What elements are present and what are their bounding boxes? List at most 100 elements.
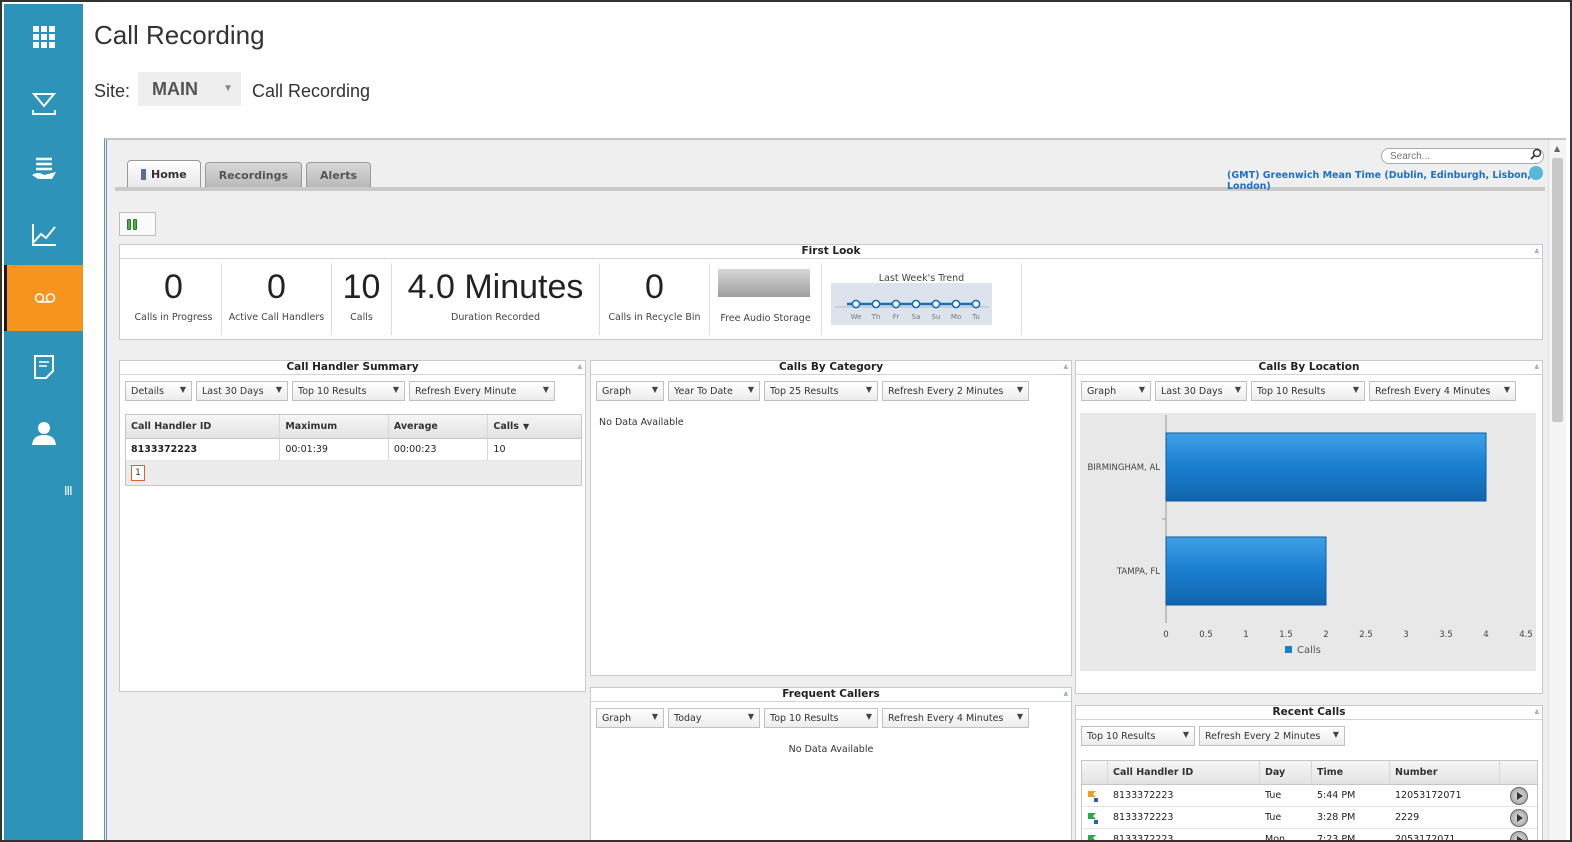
handler-id-link[interactable]: 8133372223	[126, 439, 281, 460]
collapse-icon[interactable]: ⩓	[577, 362, 582, 372]
sidebar-item-users[interactable]	[4, 400, 83, 466]
collapse-icon[interactable]: ⩓	[1534, 246, 1539, 256]
x-tick-label: 0	[1163, 630, 1168, 640]
trend-point	[931, 299, 941, 309]
view-dropdown[interactable]: Graph ▼	[596, 381, 664, 401]
x-tick-label: 1.5	[1279, 630, 1293, 640]
period-dropdown[interactable]: Last 30 Days ▼	[1155, 381, 1247, 401]
dropdown-value: Refresh Every 2 Minutes	[1205, 730, 1321, 742]
table-row[interactable]: 8133372223 Mon 7:23 PM 2053172071	[1082, 829, 1537, 842]
results-dropdown[interactable]: Top 10 Results ▼	[292, 381, 405, 401]
metric-label: Calls in Progress	[134, 312, 213, 323]
trend-point	[911, 299, 921, 309]
dropdown-value: Graph	[602, 712, 632, 724]
x-tick-label: 2.5	[1359, 630, 1373, 640]
trend-day-label: Sa	[912, 313, 921, 321]
call-recording-app: Home Recordings Alerts (GMT) Greenwich M…	[104, 138, 1566, 842]
results-dropdown[interactable]: Top 25 Results ▼	[764, 381, 878, 401]
column-header[interactable]: Call Handler ID	[126, 415, 281, 438]
period-dropdown[interactable]: Today ▼	[668, 708, 760, 728]
sidebar-item-handover[interactable]	[4, 136, 83, 202]
dropdown-value: Top 10 Results	[1087, 730, 1156, 742]
maximum-cell: 00:01:39	[280, 439, 389, 460]
sidebar-item-call-recording[interactable]	[4, 265, 83, 331]
column-header-calls[interactable]: Calls ▼	[488, 415, 581, 438]
number-cell: 2229	[1395, 812, 1420, 823]
view-dropdown[interactable]: Graph ▼	[596, 708, 664, 728]
pause-button[interactable]	[119, 212, 156, 236]
collapse-icon[interactable]: ⩓	[1063, 362, 1068, 372]
trend-day-label: Fr	[893, 313, 900, 321]
dropdown-row: Graph ▼ Last 30 Days ▼ Top 10 Results ▼ Ref…	[1081, 381, 1516, 401]
legend-label: Calls	[1297, 645, 1321, 656]
x-tick-label: 4.5	[1519, 630, 1533, 640]
handler-cell: 8133372223	[1113, 834, 1174, 842]
location-chart: BIRMINGHAM, AL TAMPA, FL 0 0.5 1 1.5 2 2.5 3 3.5…	[1080, 413, 1536, 671]
panel-title: Call Handler Summary	[120, 361, 585, 375]
refresh-dropdown[interactable]: Refresh Every 2 Minutes ▼	[882, 381, 1029, 401]
handler-cell: 8133372223	[1113, 790, 1174, 801]
play-icon[interactable]	[1509, 786, 1528, 805]
chevron-down-icon: ▼	[542, 385, 549, 394]
dropdown-value: Today	[674, 712, 702, 724]
dropdown-row: Top 10 Results ▼ Refresh Every 2 Minutes ▼	[1081, 726, 1345, 746]
period-dropdown[interactable]: Last 30 Days ▼	[196, 381, 288, 401]
page-1-button[interactable]: 1	[131, 465, 145, 481]
tab-alerts[interactable]: Alerts	[306, 162, 372, 187]
chevron-down-icon: ▼	[651, 385, 658, 394]
bar[interactable]	[1165, 536, 1327, 606]
panel-title: Calls By Category	[591, 361, 1071, 375]
column-header[interactable]: Time	[1312, 761, 1390, 784]
table-row[interactable]: 8133372223 Tue 3:28 PM 2229	[1082, 807, 1537, 829]
period-dropdown[interactable]: Year To Date ▼	[668, 381, 760, 401]
sidebar-item-apps[interactable]	[4, 4, 83, 70]
no-data-message: No Data Available	[599, 417, 684, 428]
search-icon[interactable]	[1530, 148, 1542, 160]
column-header[interactable]: Maximum	[280, 415, 389, 438]
scroll-up-icon[interactable]: ▲	[1554, 144, 1560, 153]
column-header[interactable]: Number	[1390, 761, 1500, 784]
pager: 1	[126, 461, 581, 485]
metric-label: Active Call Handlers	[228, 312, 325, 323]
location-bar-chart: BIRMINGHAM, AL TAMPA, FL 0 0.5 1 1.5 2 2.5 3 3.5…	[1087, 415, 1533, 656]
sidebar-item-notes[interactable]	[4, 334, 83, 400]
timezone-link[interactable]: (GMT) Greenwich Mean Time (Dublin, Edinb…	[1227, 170, 1549, 192]
tab-home[interactable]: Home	[127, 160, 201, 187]
view-dropdown[interactable]: Details ▼	[125, 381, 192, 401]
bar[interactable]	[1165, 432, 1487, 502]
table-row[interactable]: 8133372223 Tue 5:44 PM 12053172071	[1082, 785, 1537, 807]
chevron-down-icon: ▼	[651, 712, 658, 721]
play-icon[interactable]	[1509, 808, 1528, 827]
results-dropdown[interactable]: Top 10 Results ▼	[1081, 726, 1195, 746]
scrollbar-thumb[interactable]	[1552, 158, 1563, 422]
refresh-dropdown[interactable]: Refresh Every Minute ▼	[409, 381, 555, 401]
metric-label: Calls in Recycle Bin	[608, 312, 701, 323]
metric-label: Calls	[350, 312, 373, 323]
refresh-dropdown[interactable]: Refresh Every 2 Minutes ▼	[1199, 726, 1345, 746]
sidebar-collapse-handle[interactable]: III	[64, 484, 73, 498]
search-input[interactable]	[1381, 148, 1544, 164]
refresh-dropdown[interactable]: Refresh Every 4 Minutes ▼	[882, 708, 1029, 728]
collapse-icon[interactable]: ⩓	[1534, 707, 1539, 717]
collapse-icon[interactable]: ⩓	[1063, 689, 1068, 699]
site-select[interactable]: MAIN ▼	[138, 72, 241, 106]
column-header[interactable]: Call Handler ID	[1108, 761, 1260, 784]
column-header[interactable]: Average	[389, 415, 489, 438]
collapse-icon[interactable]: ⩓	[1534, 362, 1539, 372]
sidebar-item-inbox[interactable]	[4, 70, 83, 136]
view-dropdown[interactable]: Graph ▼	[1081, 381, 1151, 401]
tab-recordings[interactable]: Recordings	[204, 162, 303, 187]
sidebar: III	[4, 4, 83, 840]
vertical-scrollbar[interactable]: ▲	[1548, 140, 1566, 840]
x-tick-label: 3	[1403, 630, 1408, 640]
clock-icon[interactable]	[1529, 166, 1543, 180]
user-icon	[31, 422, 56, 445]
play-icon[interactable]	[1509, 830, 1528, 840]
results-dropdown[interactable]: Top 10 Results ▼	[1251, 381, 1365, 401]
refresh-dropdown[interactable]: Refresh Every 4 Minutes ▼	[1369, 381, 1516, 401]
results-dropdown[interactable]: Top 10 Results ▼	[764, 708, 878, 728]
dropdown-value: Top 10 Results	[1257, 385, 1326, 397]
column-header[interactable]: Day	[1260, 761, 1312, 784]
sidebar-item-reports[interactable]	[4, 202, 83, 268]
day-cell: Mon	[1265, 834, 1286, 842]
